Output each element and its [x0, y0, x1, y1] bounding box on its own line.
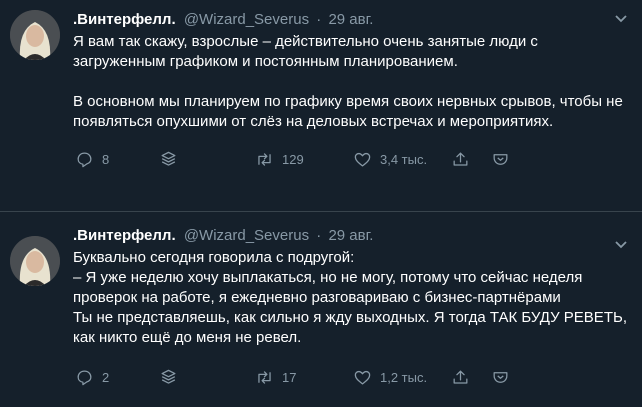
retweet-button[interactable]: 17 — [255, 368, 353, 387]
like-button[interactable]: 3,4 тыс. — [353, 150, 451, 169]
thread-button[interactable] — [159, 150, 255, 169]
share-icon — [453, 152, 468, 166]
tweet-actions: 2 17 1,2 тыс. — [75, 366, 628, 388]
author-handle[interactable]: @Wizard_Severus — [184, 227, 309, 244]
bookmark-icon — [493, 371, 508, 383]
share-button[interactable] — [451, 150, 491, 169]
reply-button[interactable]: 2 — [75, 368, 159, 387]
tweet-date[interactable]: 29 авг. — [328, 11, 373, 28]
tweet-actions: 8 129 3,4 тыс. — [75, 148, 628, 170]
author-name[interactable]: .Винтерфелл. — [73, 227, 176, 244]
tweet-text: Буквально сегодня говорила с подругой: –… — [73, 248, 633, 348]
reply-count: 2 — [102, 369, 110, 385]
avatar[interactable] — [10, 236, 60, 286]
stack-icon — [161, 151, 176, 166]
like-count: 3,4 тыс. — [380, 151, 428, 167]
tweet-line: Буквально сегодня говорила с подругой: — [73, 249, 355, 266]
share-icon — [453, 370, 468, 384]
bookmark-button[interactable] — [491, 150, 510, 169]
reply-count: 8 — [102, 151, 110, 167]
reply-icon — [77, 370, 92, 385]
like-button[interactable]: 1,2 тыс. — [353, 368, 451, 387]
avatar[interactable] — [10, 10, 60, 60]
chevron-down-icon[interactable] — [614, 240, 628, 250]
separator: · — [316, 227, 322, 244]
tweet-line: – Я уже неделю хочу выплакаться, но не м… — [73, 269, 583, 306]
retweet-count: 17 — [282, 369, 297, 385]
like-icon — [354, 370, 371, 384]
tweet-header: .Винтерфелл. @Wizard_Severus · 29 авг. — [73, 226, 628, 246]
bookmark-button[interactable] — [491, 368, 510, 387]
separator: · — [316, 11, 322, 28]
reply-icon — [77, 152, 92, 167]
author-handle[interactable]: @Wizard_Severus — [184, 11, 309, 28]
like-count: 1,2 тыс. — [380, 369, 428, 385]
retweet-icon — [258, 152, 271, 166]
stack-icon — [161, 369, 176, 384]
tweet-header: .Винтерфелл. @Wizard_Severus · 29 авг. — [73, 10, 628, 30]
tweet-line: Ты не представляешь, как сильно я жду вы… — [73, 309, 627, 346]
chevron-down-icon[interactable] — [614, 14, 628, 24]
tweet-text: Я вам так скажу, взрослые – действительн… — [73, 32, 633, 132]
tweet-paragraph: В основном мы планируем по графику время… — [73, 93, 623, 130]
like-icon — [354, 152, 371, 166]
tweet-date[interactable]: 29 авг. — [328, 227, 373, 244]
bookmark-icon — [493, 153, 508, 165]
tweet-paragraph: Я вам так скажу, взрослые – действительн… — [73, 33, 538, 70]
share-button[interactable] — [451, 368, 491, 387]
thread-button[interactable] — [159, 368, 255, 387]
reply-button[interactable]: 8 — [75, 150, 159, 169]
tweet[interactable]: .Винтерфелл. @Wizard_Severus · 29 авг. Б… — [0, 212, 642, 407]
tweet[interactable]: .Винтерфелл. @Wizard_Severus · 29 авг. Я… — [0, 0, 642, 212]
author-name[interactable]: .Винтерфелл. — [73, 11, 176, 28]
retweet-button[interactable]: 129 — [255, 150, 353, 169]
retweet-icon — [258, 370, 271, 384]
retweet-count: 129 — [282, 151, 304, 167]
